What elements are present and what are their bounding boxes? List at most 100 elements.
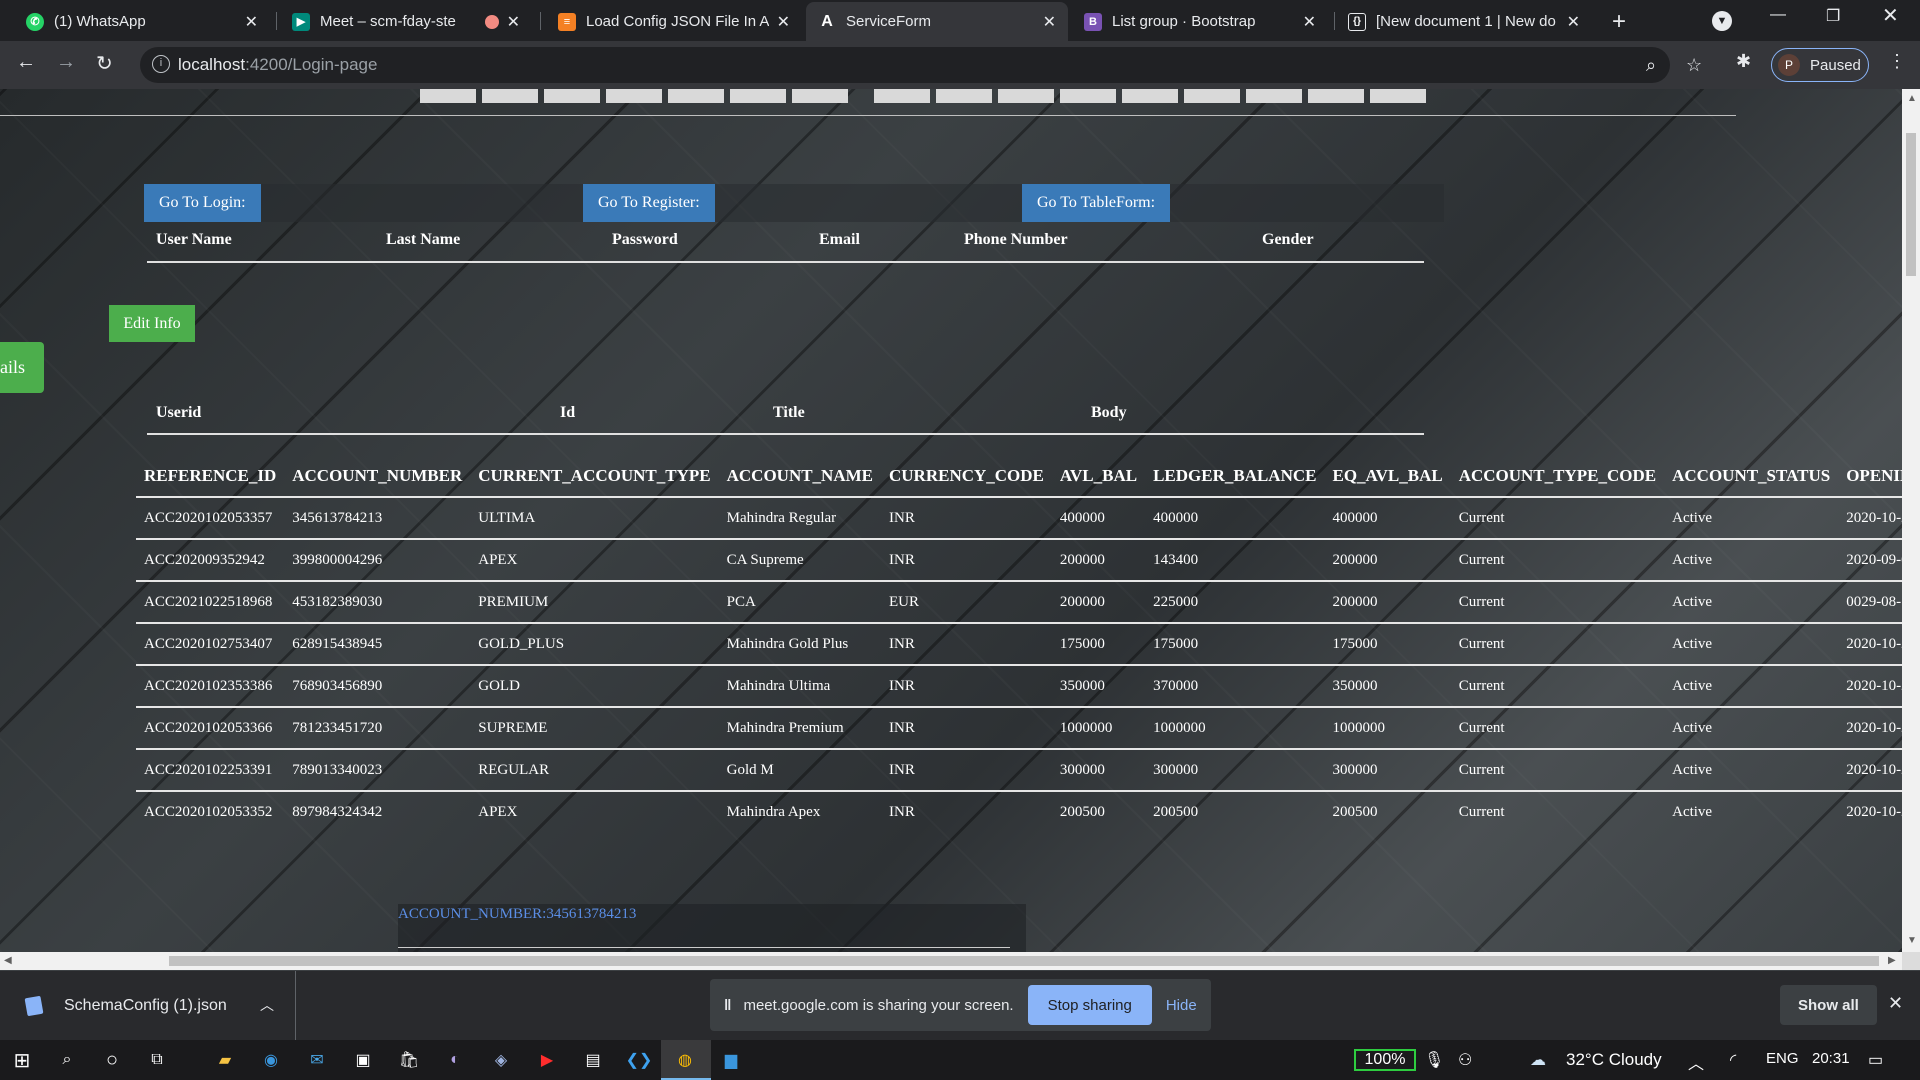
cell-current-account-type: GOLD_PLUS (470, 622, 719, 665)
task-view-icon[interactable]: ⧉ (145, 1048, 169, 1072)
sts-icon[interactable]: ◈ (489, 1048, 513, 1072)
header-user-name: User Name (156, 231, 232, 248)
people-icon[interactable]: ⚇ (1458, 1050, 1472, 1070)
edit-info-button[interactable]: Edit Info (109, 305, 195, 342)
scroll-right-arrow-icon[interactable]: ▶ (1888, 955, 1896, 966)
chrome-icon[interactable]: ◍ (673, 1048, 697, 1072)
url-text[interactable]: localhost:4200/Login-page (178, 55, 377, 75)
table-row[interactable]: ACC202009352942 399800004296 APEX CA Suprem… (136, 538, 1902, 581)
scroll-up-arrow-icon[interactable]: ▲ (1907, 93, 1917, 104)
cell-reference-id: ACC2020102053366 (136, 706, 285, 749)
table-row[interactable]: ACC2020102753407 628915438945 GOLD_PLUS Mah… (136, 622, 1902, 665)
profile-button[interactable]: P Paused (1771, 48, 1869, 82)
pycharm-icon[interactable]: ▣ (351, 1048, 375, 1072)
cell-account-type-code: Current (1450, 748, 1665, 791)
eclipse-icon[interactable]: ◐ (443, 1048, 467, 1072)
vscode-icon[interactable]: ❮❯ (626, 1048, 653, 1072)
zoom-icon[interactable]: ⌕ (1646, 55, 1656, 76)
table-row[interactable]: ACC2020102053366 781233451720 SUPREME Mahin… (136, 706, 1902, 749)
tab-new-document[interactable]: {} [New document 1 | New do ✕ (1336, 2, 1592, 41)
chevron-up-icon[interactable]: ︿ (1688, 1050, 1704, 1074)
bookmark-star-icon[interactable]: ☆ (1686, 55, 1702, 76)
cell-account-number: 345613784213 (284, 496, 471, 539)
forward-arrow-icon[interactable]: → (56, 51, 76, 74)
vertical-scrollbar[interactable]: ▲ ▼ (1902, 89, 1920, 952)
go-to-tableform-button[interactable]: Go To TableForm: (1022, 184, 1171, 222)
new-tab-plus-icon[interactable]: + (1612, 8, 1626, 36)
table-row[interactable]: ACC2020102253391 789013340023 REGULAR Gold … (136, 748, 1902, 791)
close-icon[interactable]: ✕ (1303, 12, 1316, 32)
weather-text[interactable]: 32°C Cloudy (1566, 1050, 1662, 1070)
cortana-icon[interactable]: ○ (100, 1048, 124, 1072)
clock[interactable]: 20:31 (1812, 1050, 1850, 1067)
minimize-icon[interactable]: — (1770, 6, 1786, 24)
file-explorer-icon[interactable]: ▰ (213, 1048, 237, 1072)
hide-button[interactable]: Hide (1166, 997, 1197, 1014)
language-indicator[interactable]: ENG (1766, 1050, 1799, 1067)
extensions-puzzle-icon[interactable]: ✱ (1736, 51, 1751, 72)
close-icon[interactable]: ✕ (1888, 993, 1903, 1014)
address-bar[interactable]: i localhost:4200/Login-page ⌕ ☆ (140, 47, 1702, 83)
mail-icon[interactable]: ✉ (305, 1048, 329, 1072)
horizontal-scroll-thumb[interactable] (169, 956, 1879, 966)
cell-ledger-balance: 1000000 (1145, 706, 1325, 749)
tab-separator (276, 12, 277, 30)
store-icon[interactable]: 🛍 (397, 1048, 421, 1072)
edge-icon[interactable]: ◉ (259, 1048, 283, 1072)
wifi-icon[interactable]: ◜ (1730, 1050, 1736, 1070)
table-row[interactable]: ACC2020102353386 768903456890 GOLD Mahindra… (136, 664, 1902, 707)
vertical-scroll-thumb[interactable] (1906, 133, 1916, 276)
terminal-icon[interactable]: ▤ (581, 1048, 605, 1072)
show-all-button[interactable]: Show all (1780, 985, 1877, 1025)
selected-account-link[interactable]: ACCOUNT_NUMBER:345613784213 (398, 906, 636, 923)
tab-search-icon[interactable]: ▼ (1712, 11, 1732, 31)
window-close-icon[interactable]: ✕ (1882, 3, 1899, 28)
close-icon[interactable]: ✕ (1043, 12, 1056, 32)
youtube-icon[interactable]: ▶ (535, 1048, 559, 1072)
reload-icon[interactable]: ↻ (96, 51, 113, 76)
scroll-down-arrow-icon[interactable]: ▼ (1907, 935, 1917, 946)
notification-icon[interactable]: ▭ (1868, 1050, 1883, 1070)
download-item[interactable]: SchemaConfig (1).json ︿ (0, 971, 296, 1041)
close-icon[interactable]: ✕ (507, 12, 520, 32)
bootstrap-icon: B (1084, 12, 1102, 31)
cell-opening-date: 2020-10-20 (1838, 496, 1902, 539)
battery-indicator[interactable]: 100% (1354, 1049, 1416, 1071)
side-details-tab[interactable]: ails (0, 342, 44, 393)
scroll-left-arrow-icon[interactable]: ◀ (4, 955, 12, 966)
cell-ledger-balance: 225000 (1145, 580, 1325, 623)
cell-currency-code: EUR (881, 580, 1052, 623)
table-row[interactable]: ACC2020102053357 345613784213 ULTIMA Mahind… (136, 496, 1902, 539)
go-to-register-button[interactable]: Go To Register: (583, 184, 715, 222)
kebab-menu-icon[interactable]: ⋮ (1888, 51, 1906, 72)
close-icon[interactable]: ✕ (245, 12, 258, 32)
go-to-login-button[interactable]: Go To Login: (144, 184, 261, 222)
close-icon[interactable]: ✕ (1567, 12, 1580, 32)
tab-bootstrap[interactable]: B List group · Bootstrap ✕ (1072, 2, 1328, 41)
search-icon[interactable]: ⌕ (55, 1048, 79, 1072)
tab-title: Meet – scm-fday-ste (320, 13, 456, 30)
stop-sharing-button[interactable]: Stop sharing (1027, 985, 1152, 1025)
cell-account-name: Gold M (718, 748, 881, 791)
chevron-up-icon[interactable]: ︿ (260, 995, 274, 1015)
cell-account-type-code: Current (1450, 664, 1665, 707)
url-path: :4200/Login-page (245, 55, 378, 74)
microphone-icon[interactable]: 🎙 (1424, 1050, 1444, 1070)
cell-currency-code: INR (881, 496, 1052, 539)
horizontal-scrollbar[interactable]: ◀ ▶ (0, 952, 1902, 970)
tab-load-config[interactable]: ≡ Load Config JSON File In Ar ✕ (546, 2, 802, 41)
cell-currency-code: INR (881, 790, 1052, 833)
restore-icon[interactable]: ❐ (1826, 6, 1840, 26)
windows-start-icon[interactable]: ⊞ (10, 1048, 34, 1072)
tab-meet[interactable]: ▶ Meet – scm-fday-ste ✕ (280, 2, 532, 41)
tab-whatsapp[interactable]: ✆ (1) WhatsApp ✕ (14, 2, 270, 41)
windows-app-icon[interactable]: ▆ (719, 1048, 743, 1072)
back-arrow-icon[interactable]: ← (16, 51, 36, 74)
table-row[interactable]: ACC2020102053352 897984324342 APEX Mahindra… (136, 790, 1902, 833)
cell-avl-bal: 200000 (1051, 580, 1146, 623)
close-icon[interactable]: ✕ (777, 12, 790, 32)
site-info-icon[interactable]: i (152, 55, 170, 73)
tab-serviceform[interactable]: A ServiceForm ✕ (806, 2, 1068, 41)
table-row[interactable]: ACC2021022518968 453182389030 PREMIUM PCA EU… (136, 580, 1902, 623)
pause-icon: ‖ (724, 996, 732, 1014)
